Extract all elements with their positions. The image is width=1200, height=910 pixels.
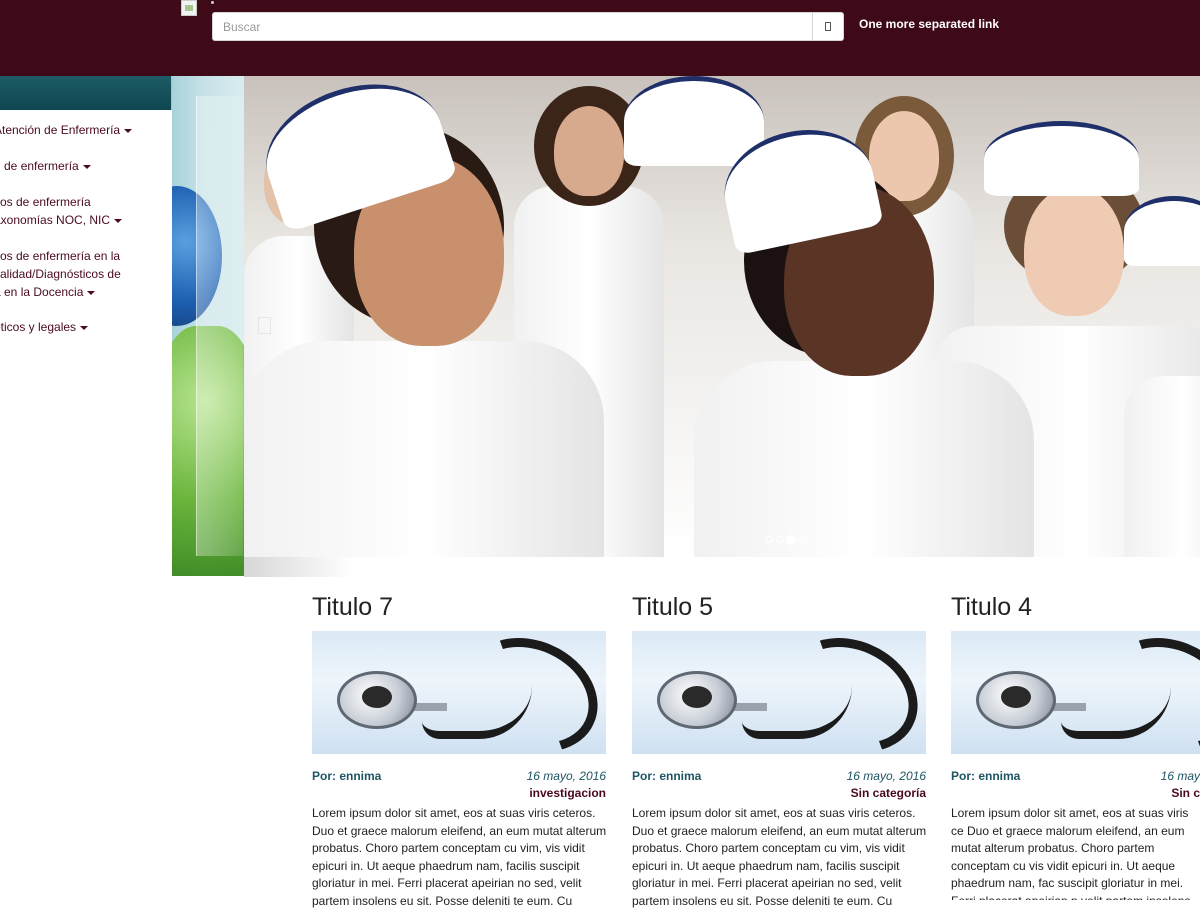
caret-down-icon [114,218,123,223]
separated-link[interactable]: One more separated link [859,17,999,31]
broken-logo-image-icon[interactable] [181,0,197,16]
sidebar-item-enfermeria[interactable]: n de enfermería [0,157,91,175]
post-category-link[interactable]: investigacion [529,785,606,802]
nurses-photo [244,76,1200,557]
post-date: 16 mayo, 2016 [846,769,926,783]
top-navbar: One more separated link [0,0,1200,76]
sidebar-item-taxonomias[interactable]: cos de enfermería axonomías NOC, NIC [0,193,123,229]
search-button[interactable] [812,13,843,40]
sidebar-item-label: Atención de Enfermería [0,121,133,139]
post-card: Titulo 4 Por: ennima 16 may Sin c Lorem … [951,590,1200,900]
post-title[interactable]: Titulo 7 [312,590,606,624]
carousel-indicators [766,535,806,545]
glass-panel-graphic [196,96,243,556]
sidebar-item-docencia[interactable]: cos de enfermería en la calidad/Diagnóst… [0,247,121,301]
sidebar-item-atencion[interactable]: Atención de Enfermería [0,121,133,139]
search-input[interactable] [213,13,813,40]
decorative-banner-image [172,76,244,576]
post-date: 16 may [1160,769,1200,783]
post-title[interactable]: Titulo 4 [951,590,1200,624]
decorative-fade [244,557,354,577]
search-icon [825,22,831,31]
sidebar-item-label: calidad/Diagnósticos de [0,267,121,281]
caret-down-icon [82,164,91,169]
carousel-indicator[interactable] [776,536,783,543]
sidebar-item-label: a en la Docencia [0,283,121,301]
post-author: Por: ennima [312,769,382,783]
carousel-prev-control[interactable] [258,317,271,334]
sidebar-item-eticos[interactable]: éticos y legales [0,318,89,336]
caret-down-icon [80,325,89,330]
post-excerpt: Lorem ipsum dolor sit amet, eos at suas … [312,806,607,908]
brand-dot [211,1,214,4]
post-excerpt: Lorem ipsum dolor sit amet, eos at suas … [632,806,927,908]
post-author: Por: ennima [632,769,702,783]
caret-down-icon [87,290,96,295]
stethoscope-image[interactable] [312,631,606,754]
stethoscope-image[interactable] [632,631,926,754]
post-card: Titulo 7 Por: ennima 16 mayo, 2016 inves… [312,590,606,908]
post-excerpt: Lorem ipsum dolor sit amet, eos at suas … [951,806,1190,900]
post-category-link[interactable]: Sin c [1171,785,1200,802]
sidebar-item-label: éticos y legales [0,318,89,336]
sidebar-header [0,76,172,110]
post-date: 16 mayo, 2016 [526,769,606,783]
sidebar-item-label: axonomías NOC, NIC [0,211,123,229]
hero-carousel[interactable] [244,76,1200,557]
post-author: Por: ennima [951,769,1021,783]
sidebar-item-label: cos de enfermería [0,195,91,209]
post-category-link[interactable]: Sin categoría [851,785,926,802]
search-form [212,12,844,41]
carousel-indicator[interactable] [766,536,773,543]
sidebar-item-label: cos de enfermería en la [0,249,121,263]
post-card: Titulo 5 Por: ennima 16 mayo, 2016 Sin c… [632,590,926,908]
caret-down-icon [124,128,133,133]
sidebar: Atención de Enfermería n de enfermería c… [0,76,172,636]
post-title[interactable]: Titulo 5 [632,590,926,624]
carousel-indicator-active[interactable] [786,535,796,545]
stethoscope-image[interactable] [951,631,1200,754]
carousel-indicator[interactable] [799,536,806,543]
sidebar-item-label: n de enfermería [0,157,91,175]
